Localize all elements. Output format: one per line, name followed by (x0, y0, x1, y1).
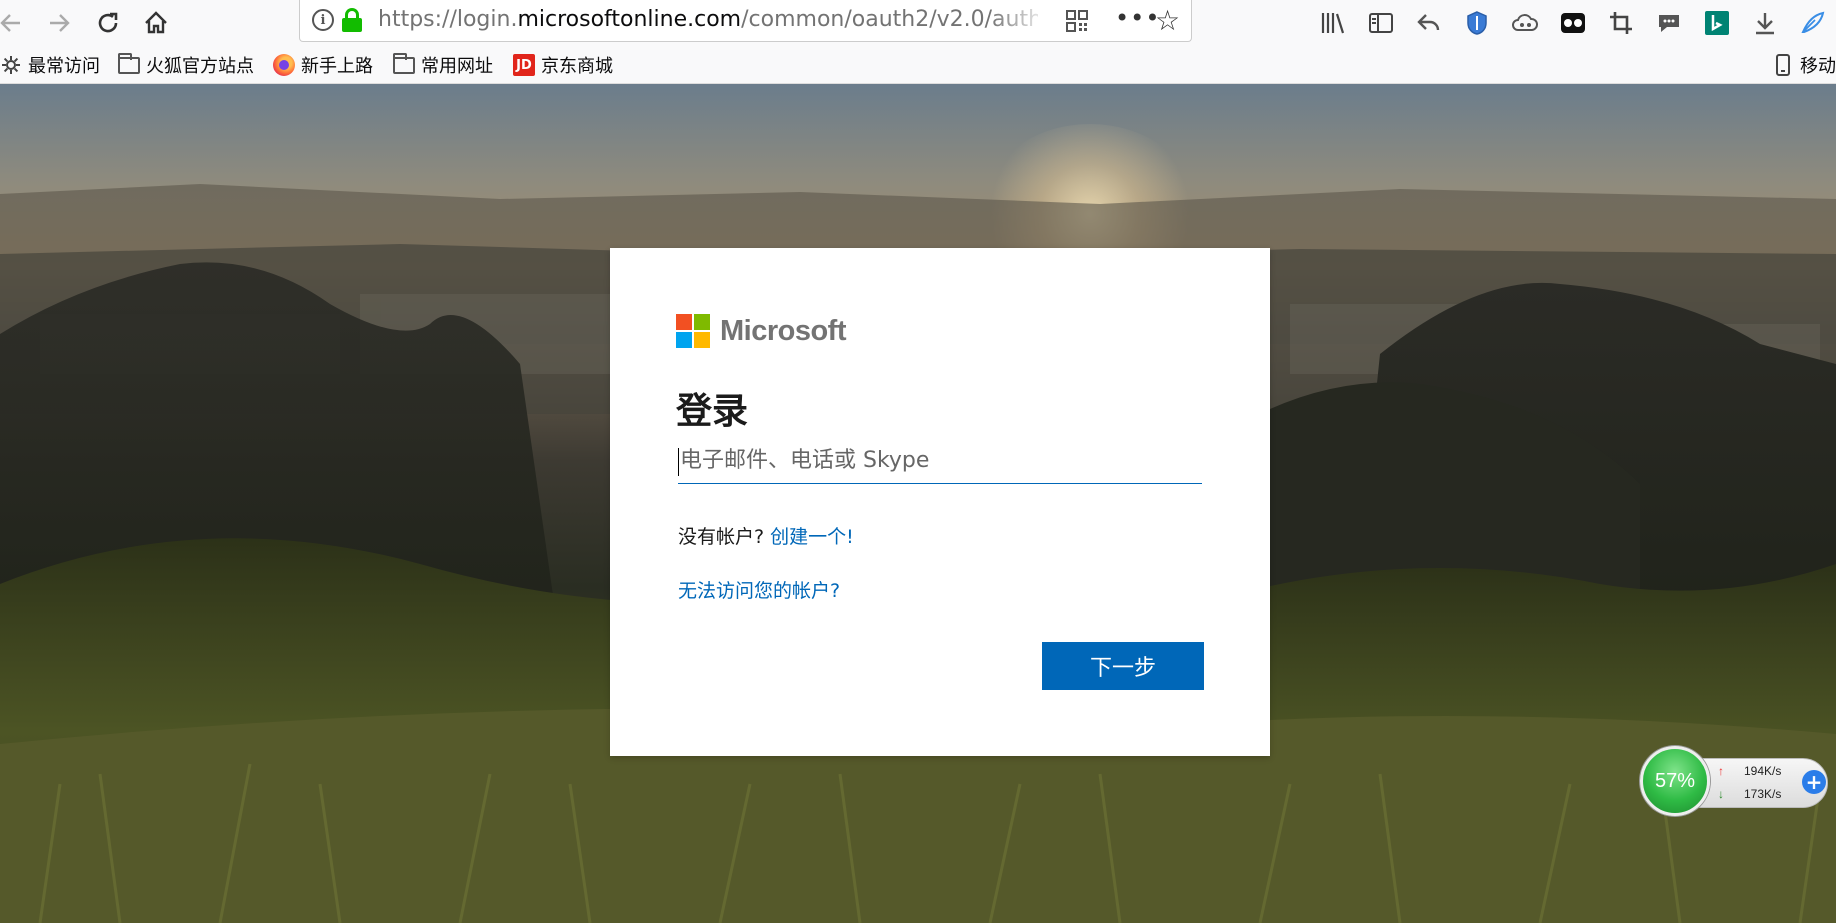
upload-arrow-icon: ↑ (1718, 764, 1724, 778)
no-account-row: 没有帐户? 创建一个! (678, 522, 854, 549)
cant-access-account-link[interactable]: 无法访问您的帐户? (678, 576, 840, 603)
library-icon[interactable] (1316, 6, 1350, 40)
microsoft-logo: Microsoft (676, 314, 847, 348)
bookmark-label: 常用网址 (421, 56, 493, 77)
brand-name: Microsoft (720, 314, 847, 347)
bookmark-star-icon[interactable]: ☆ (1155, 4, 1180, 37)
next-button[interactable]: 下一步 (1042, 642, 1204, 690)
bookmark-most-visited[interactable]: 最常访问 (0, 52, 100, 78)
download-arrow-icon: ↓ (1718, 787, 1724, 801)
reload-button[interactable] (91, 6, 125, 40)
page-title: 登录 (676, 391, 749, 432)
browser-toolbar: i https://login.microsoftonline.com/comm… (0, 0, 1836, 47)
mobile-phone-icon (1772, 54, 1794, 76)
email-input[interactable] (678, 438, 1202, 484)
url-bar[interactable]: i https://login.microsoftonline.com/comm… (299, 0, 1192, 42)
cpu-usage-ball[interactable]: 57% (1640, 746, 1710, 816)
bookmark-label: 京东商城 (541, 56, 613, 77)
bookmark-common-sites[interactable]: 常用网址 (393, 52, 493, 78)
lock-icon[interactable] (342, 8, 362, 32)
home-button[interactable] (139, 6, 173, 40)
reload-icon (98, 12, 118, 33)
bookmark-label: 火狐官方站点 (146, 56, 254, 77)
folder-icon (393, 52, 415, 76)
url-text[interactable]: https://login.microsoftonline.com/common… (378, 6, 1038, 34)
bookmark-firefox-official[interactable]: 火狐官方站点 (118, 52, 254, 78)
bookmark-jd-mall[interactable]: JD 京东商城 (513, 52, 613, 78)
bookmark-mobile[interactable]: 移动版 (1772, 52, 1836, 78)
firefox-icon (273, 54, 295, 76)
download-row: ↓ 173K/s (1718, 787, 1781, 801)
bookmark-label: 新手上路 (301, 56, 373, 77)
jd-logo-icon: JD (513, 54, 535, 76)
gear-icon (0, 54, 22, 76)
forward-button[interactable] (42, 6, 76, 40)
bookmark-label: 最常访问 (28, 56, 100, 77)
arrow-left-icon (0, 14, 20, 32)
mask-icon[interactable] (1556, 6, 1590, 40)
home-icon (145, 11, 167, 34)
upload-speed: 194K/s (1744, 764, 1782, 778)
network-speed-widget[interactable]: 57% ↑ 194K/s ↓ 173K/s + (1640, 746, 1828, 818)
feather-icon[interactable] (1796, 6, 1830, 40)
plus-icon[interactable]: + (1802, 770, 1826, 794)
url-fade (990, 4, 1050, 36)
arrow-right-icon (50, 14, 70, 32)
undo-icon[interactable] (1412, 6, 1446, 40)
cloud-icon[interactable] (1508, 6, 1542, 40)
qr-code-icon[interactable] (1066, 10, 1088, 32)
text-caret (678, 448, 679, 476)
no-account-text: 没有帐户? (678, 526, 765, 548)
page-actions-button[interactable]: ••• (1115, 4, 1160, 32)
bing-icon[interactable] (1700, 6, 1734, 40)
shield-icon[interactable] (1460, 6, 1494, 40)
back-button[interactable] (0, 6, 28, 40)
upload-row: ↑ 194K/s (1718, 764, 1781, 778)
sidebar-icon[interactable] (1364, 6, 1398, 40)
bookmark-label: 移动版 (1800, 56, 1836, 77)
download-icon[interactable] (1748, 6, 1782, 40)
chat-icon[interactable] (1652, 6, 1686, 40)
crop-icon[interactable] (1604, 6, 1638, 40)
create-account-link[interactable]: 创建一个! (770, 526, 854, 548)
microsoft-squares-icon (676, 314, 710, 348)
bookmarks-bar: 最常访问 火狐官方站点 新手上路 常用网址 JD 京东商城 移动版 (0, 47, 1836, 84)
bookmark-getting-started[interactable]: 新手上路 (273, 52, 373, 78)
login-card: Microsoft 登录 没有帐户? 创建一个! 无法访问您的帐户? 下一步 (610, 248, 1270, 756)
download-speed: 173K/s (1744, 787, 1782, 801)
site-info-icon[interactable]: i (312, 9, 334, 31)
folder-icon (118, 52, 140, 76)
